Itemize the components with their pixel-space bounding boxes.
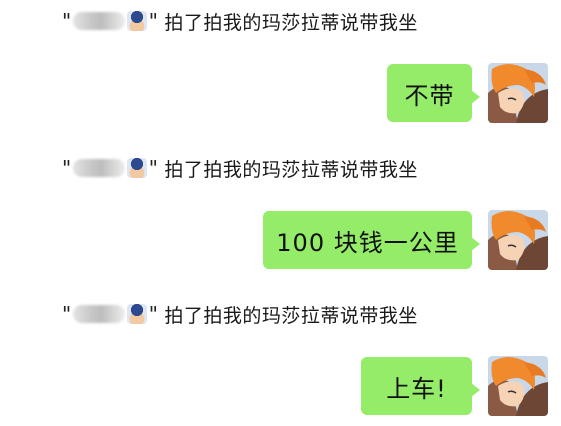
anime-avatar-icon [488,63,548,123]
blurred-username [72,159,125,177]
quote-mark: " [62,302,72,326]
message-bubble[interactable]: 上车! [361,357,480,415]
anime-avatar-icon [488,210,548,270]
quote-mark: " [148,302,159,326]
quote-mark: " [148,9,159,33]
system-notice: " " 拍了拍我的玛莎拉蒂说带我坐 [62,8,418,34]
system-notice-text: 拍了拍我的玛莎拉蒂说带我坐 [164,158,418,181]
anime-avatar-icon [488,356,548,416]
message-text: 上车! [386,374,447,403]
self-avatar[interactable] [488,63,548,123]
quote-mark: " [62,156,72,180]
sender-avatar-icon[interactable] [126,158,147,178]
self-avatar[interactable] [488,210,548,270]
blurred-username [72,12,125,30]
sender-avatar-icon[interactable] [126,11,147,31]
quote-mark: " [148,156,159,180]
system-notice: " " 拍了拍我的玛莎拉蒂说带我坐 [62,155,418,181]
message-bubble[interactable]: 100 块钱一公里 [263,211,480,269]
system-notice-text: 拍了拍我的玛莎拉蒂说带我坐 [164,304,418,327]
quote-mark: " [62,9,72,33]
message-bubble[interactable]: 不带 [387,64,480,122]
sender-avatar-icon[interactable] [126,304,147,324]
message-text: 100 块钱一公里 [276,228,459,257]
message-text: 不带 [404,81,455,110]
system-notice-text: 拍了拍我的玛莎拉蒂说带我坐 [164,11,418,34]
system-notice: " " 拍了拍我的玛莎拉蒂说带我坐 [62,301,418,327]
self-avatar[interactable] [488,356,548,416]
blurred-username [72,305,125,323]
